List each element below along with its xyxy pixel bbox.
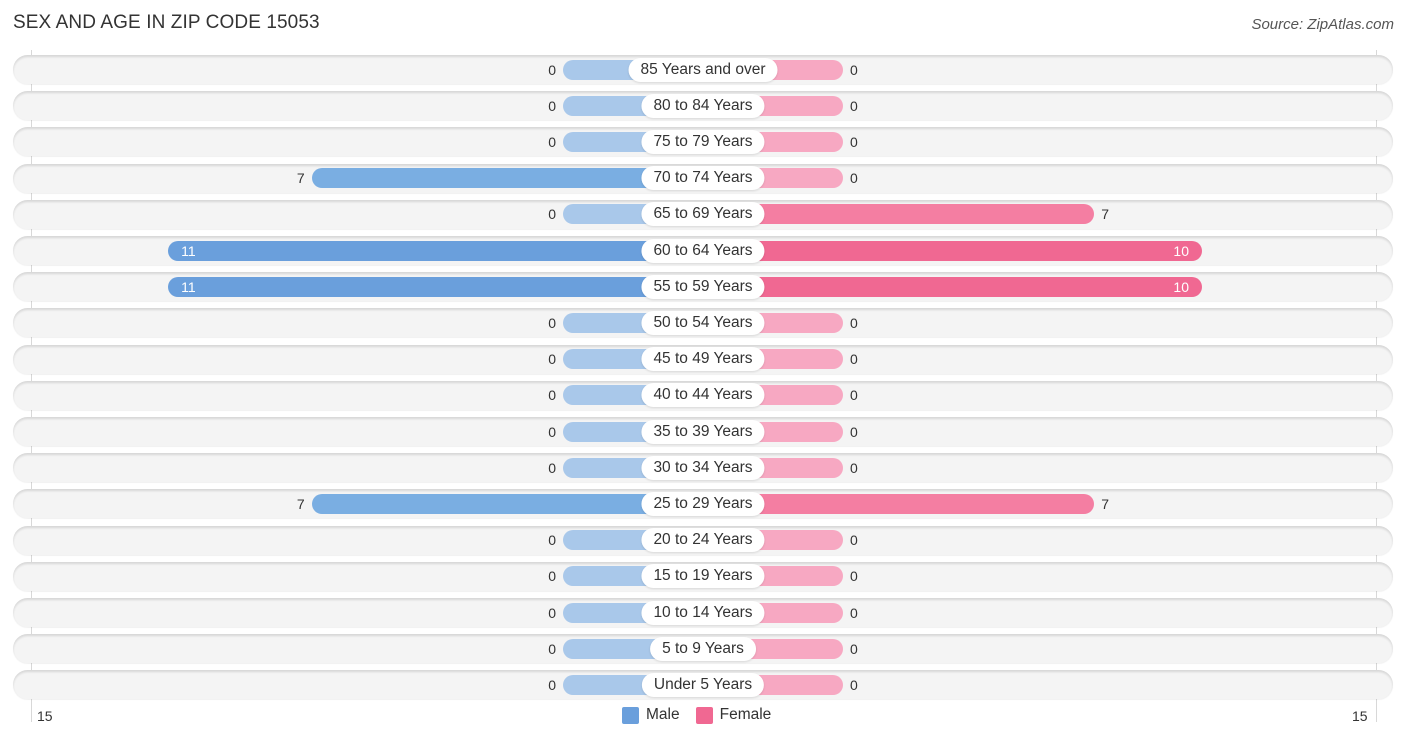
female-value-label: 0: [850, 640, 858, 657]
legend-item-male[interactable]: Male: [622, 706, 680, 724]
male-bar[interactable]: [168, 240, 703, 261]
male-value-label: 0: [548, 640, 556, 657]
female-value-label: 10: [1173, 242, 1189, 259]
male-value-label: 11: [181, 242, 196, 259]
female-value-label: 0: [850, 568, 858, 585]
male-value-label: 7: [296, 170, 305, 187]
male-value-label: 7: [296, 495, 305, 512]
female-value-label: 0: [850, 351, 858, 368]
female-value-label: 0: [850, 676, 858, 693]
male-value-label: 0: [548, 423, 556, 440]
female-value-label: 0: [850, 133, 858, 150]
legend-label-female: Female: [719, 706, 772, 723]
age-group-label: 75 to 79 Years: [641, 129, 765, 154]
age-group-label: 70 to 74 Years: [641, 166, 765, 191]
age-group-label: 25 to 29 Years: [641, 491, 765, 516]
male-value-label: 0: [548, 459, 556, 476]
age-group-label: 85 Years and over: [628, 57, 778, 82]
female-value-label: 10: [1173, 278, 1189, 295]
male-value-label: 0: [548, 97, 556, 114]
population-pyramid-chart: 0 0 85 Years and over 0 0 80 to 84 Years 0 0 75 …: [0, 0, 1406, 741]
axis-label-left: 15: [37, 708, 53, 724]
female-value-label: 0: [850, 459, 858, 476]
legend-swatch-male: [622, 706, 639, 724]
legend: Male Female: [622, 706, 787, 724]
female-value-label: 7: [1101, 495, 1110, 512]
age-group-label: 15 to 19 Years: [641, 564, 765, 589]
age-group-label: 80 to 84 Years: [641, 93, 765, 118]
female-value-label: 0: [850, 61, 858, 78]
male-value-label: 0: [548, 314, 556, 331]
female-value-label: 0: [850, 314, 858, 331]
legend-label-male: Male: [646, 706, 680, 723]
male-value-label: 11: [181, 278, 196, 295]
female-value-label: 0: [850, 97, 858, 114]
age-group-label: 60 to 64 Years: [641, 238, 765, 263]
age-group-label: 10 to 14 Years: [641, 600, 765, 625]
age-group-label: 20 to 24 Years: [641, 528, 765, 553]
axis-label-right: 15: [1352, 708, 1368, 724]
age-group-label: 65 to 69 Years: [641, 202, 765, 227]
male-value-label: 0: [548, 532, 556, 549]
female-bar[interactable]: [703, 240, 1202, 261]
male-value-label: 0: [548, 676, 556, 693]
age-group-label: 55 to 59 Years: [641, 274, 765, 299]
age-group-label: 45 to 49 Years: [641, 347, 765, 372]
female-value-label: 0: [850, 532, 858, 549]
male-value-label: 0: [548, 604, 556, 621]
male-value-label: 0: [548, 133, 556, 150]
female-value-label: 0: [850, 170, 858, 187]
female-value-label: 0: [850, 604, 858, 621]
age-group-label: Under 5 Years: [641, 672, 765, 697]
age-group-label: 30 to 34 Years: [641, 455, 765, 480]
age-group-label: 50 to 54 Years: [641, 310, 765, 335]
male-value-label: 0: [548, 351, 556, 368]
legend-item-female[interactable]: Female: [695, 706, 772, 724]
male-value-label: 0: [548, 387, 556, 404]
age-group-label: 5 to 9 Years: [650, 636, 756, 661]
legend-swatch-female: [695, 706, 713, 724]
female-value-label: 0: [850, 423, 858, 440]
male-bar[interactable]: [168, 276, 703, 297]
female-bar[interactable]: [703, 276, 1202, 297]
age-group-label: 35 to 39 Years: [641, 419, 765, 444]
age-group-label: 40 to 44 Years: [641, 383, 765, 408]
male-value-label: 0: [548, 61, 556, 78]
female-value-label: 7: [1101, 206, 1110, 223]
male-value-label: 0: [548, 568, 556, 585]
female-value-label: 0: [850, 387, 858, 404]
male-value-label: 0: [548, 206, 556, 223]
